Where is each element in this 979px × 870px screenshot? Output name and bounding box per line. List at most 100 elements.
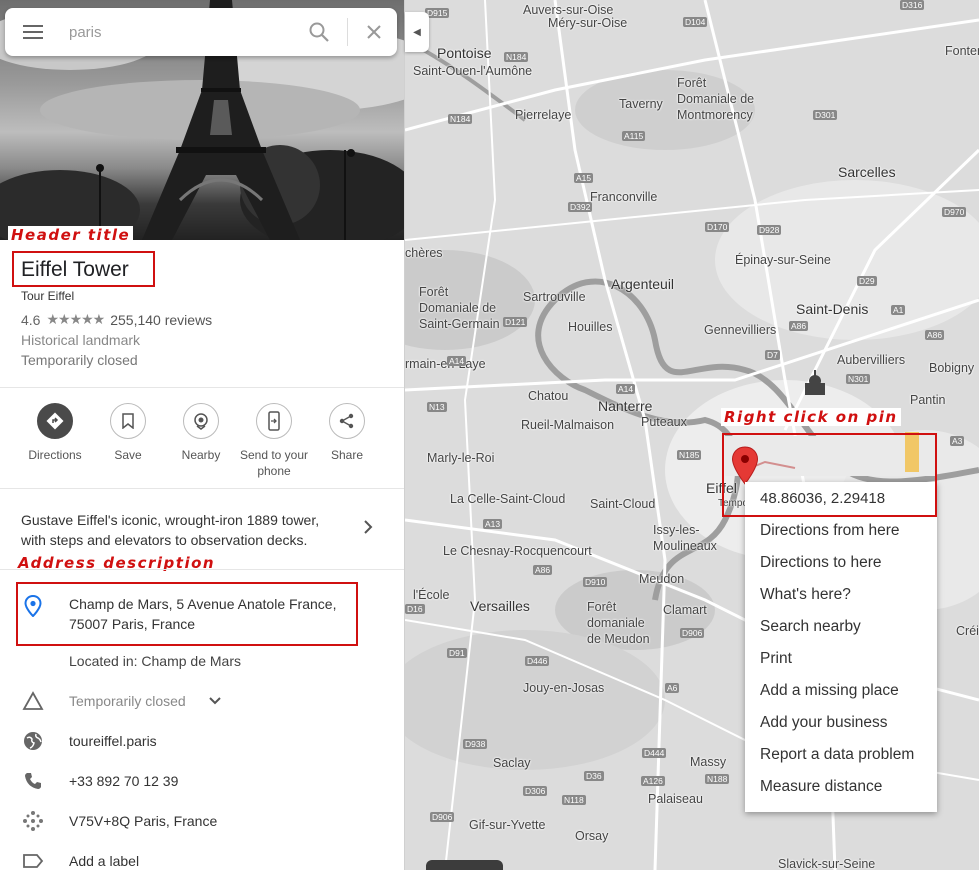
hours-row[interactable]: Temporarily closed (0, 683, 404, 719)
phone-call-icon (25, 773, 41, 789)
road-shield: D970 (942, 207, 967, 217)
road-shield: A6 (665, 683, 680, 693)
phone-row[interactable]: +33 892 70 12 39 (0, 763, 404, 799)
search-icon[interactable] (308, 21, 330, 43)
map-label: Le Chesnay-Rocquencourt (443, 544, 592, 558)
globe-icon (24, 732, 42, 750)
road-shield: D306 (523, 786, 548, 796)
road-shield: D104 (683, 17, 708, 27)
close-icon[interactable] (365, 23, 383, 41)
context-menu-item-directions-from[interactable]: Directions from here (760, 522, 900, 540)
map-label: Saint-Ouen-l'Aumône (413, 64, 533, 78)
map-label: Forêt Domaniale de Saint-Germain (419, 285, 500, 331)
road-shield: A86 (533, 565, 553, 575)
road-shield: A15 (574, 173, 594, 183)
road-shield: D170 (705, 222, 730, 232)
add-label-text[interactable]: Add a label (69, 853, 139, 869)
divider (0, 387, 404, 388)
phone-icon (268, 411, 280, 431)
map-label: Argenteuil (611, 276, 675, 292)
location-pin-icon (24, 595, 42, 617)
road-shield: N13 (427, 402, 447, 412)
road-shield: D910 (583, 577, 608, 587)
place-status: Temporarily closed (21, 352, 138, 368)
map-label: Gennevilliers (704, 323, 777, 337)
nearby-button[interactable]: Nearby (164, 403, 238, 463)
share-icon (339, 413, 354, 429)
divider (0, 569, 404, 570)
send-to-phone-button[interactable]: Send to your phone (237, 403, 311, 479)
road-shield: D316 (900, 0, 925, 10)
collapse-panel-button[interactable]: ◀ (405, 12, 429, 52)
road-shield: A115 (622, 131, 646, 141)
context-menu-item-add-business[interactable]: Add your business (760, 714, 888, 732)
map-label: Rueil-Malmaison (521, 418, 615, 432)
road-shield: N184 (448, 114, 473, 124)
context-menu-item-search-nearby[interactable]: Search nearby (760, 618, 861, 636)
road-shield: A13 (483, 519, 503, 529)
save-label: Save (114, 448, 142, 462)
map-label: Fontenay-e (945, 44, 979, 58)
map-label: Auvers-sur-Oise (523, 3, 614, 17)
chevron-down-icon[interactable] (208, 696, 222, 706)
place-category[interactable]: Historical landmark (21, 332, 140, 348)
search-box (5, 8, 397, 56)
map-label: Saclay (493, 756, 531, 770)
map-label: Puteaux (641, 415, 687, 429)
add-label-row[interactable]: Add a label (0, 843, 404, 870)
save-button[interactable]: Save (91, 403, 165, 463)
road-shield: D906 (680, 628, 705, 638)
map-label: Clamart (663, 603, 707, 617)
chevron-right-icon[interactable] (362, 519, 374, 535)
website-row[interactable]: toureiffel.paris (0, 723, 404, 759)
phone-text[interactable]: +33 892 70 12 39 (69, 773, 178, 789)
send-to-phone-label: Send to your phone (239, 448, 309, 478)
map-label: l'École (413, 588, 450, 602)
address-text[interactable]: Champ de Mars, 5 Avenue Anatole France, … (69, 594, 349, 634)
road-shield: D36 (584, 771, 604, 781)
map-label: Pierrelaye (515, 108, 572, 122)
map-label: Nanterre (598, 398, 653, 414)
context-menu-item-report-problem[interactable]: Report a data problem (760, 746, 914, 764)
map-label: Meudon (639, 572, 685, 586)
map-label: Orsay (575, 829, 609, 843)
place-subtitle: Tour Eiffel (21, 289, 75, 303)
map-label: Chatou (528, 389, 569, 403)
map-label: Pontoise (437, 45, 492, 61)
context-menu-item-print[interactable]: Print (760, 650, 792, 668)
map-label: Palaiseau (648, 792, 703, 806)
search-input[interactable] (69, 20, 289, 44)
map-label: Jouy-en-Josas (523, 681, 605, 695)
road-shield: D301 (813, 110, 838, 120)
located-in-text[interactable]: Located in: Champ de Mars (69, 653, 241, 669)
place-panel: Header title Eiffel Tower Tour Eiffel 4.… (0, 0, 405, 870)
context-menu-item-directions-to[interactable]: Directions to here (760, 554, 881, 572)
road-shield: N301 (846, 374, 871, 384)
context-menu-item-whats-here[interactable]: What's here? (760, 586, 851, 604)
bookmark-icon (122, 413, 134, 429)
directions-button[interactable]: Directions (18, 403, 92, 463)
map-label: Houilles (568, 320, 613, 334)
hours-text: Temporarily closed (69, 693, 186, 709)
plus-code-text[interactable]: V75V+8Q Paris, France (69, 813, 217, 829)
nearby-icon (194, 413, 208, 430)
context-menu-item-add-missing-place[interactable]: Add a missing place (760, 682, 899, 700)
annotation-header-title: Header title (8, 226, 134, 244)
place-description[interactable]: Gustave Eiffel's iconic, wrought-iron 18… (21, 510, 341, 550)
map-label: Épinay-sur-Seine (735, 253, 831, 267)
map-label: Versailles (470, 598, 530, 614)
reviews-link[interactable]: 255,140 reviews (110, 312, 212, 328)
website-link[interactable]: toureiffel.paris (69, 733, 157, 749)
map-label: Créi (956, 624, 979, 638)
map-label: Forêt Domaniale de Montmorency (677, 76, 755, 122)
map-label: Marly-le-Roi (427, 451, 495, 465)
map-label: Gif-sur-Yvette (469, 818, 546, 832)
hamburger-menu-icon[interactable] (23, 25, 43, 39)
share-button[interactable]: Share (310, 403, 384, 463)
divider (0, 488, 404, 489)
context-menu-item-measure-distance[interactable]: Measure distance (760, 778, 882, 796)
map-label: Sartrouville (523, 290, 586, 304)
map-bottom-tab[interactable] (426, 860, 503, 870)
plus-code-row[interactable]: V75V+8Q Paris, France (0, 803, 404, 839)
rating-row: 4.6 ★★★★★ 255,140 reviews (21, 312, 212, 328)
